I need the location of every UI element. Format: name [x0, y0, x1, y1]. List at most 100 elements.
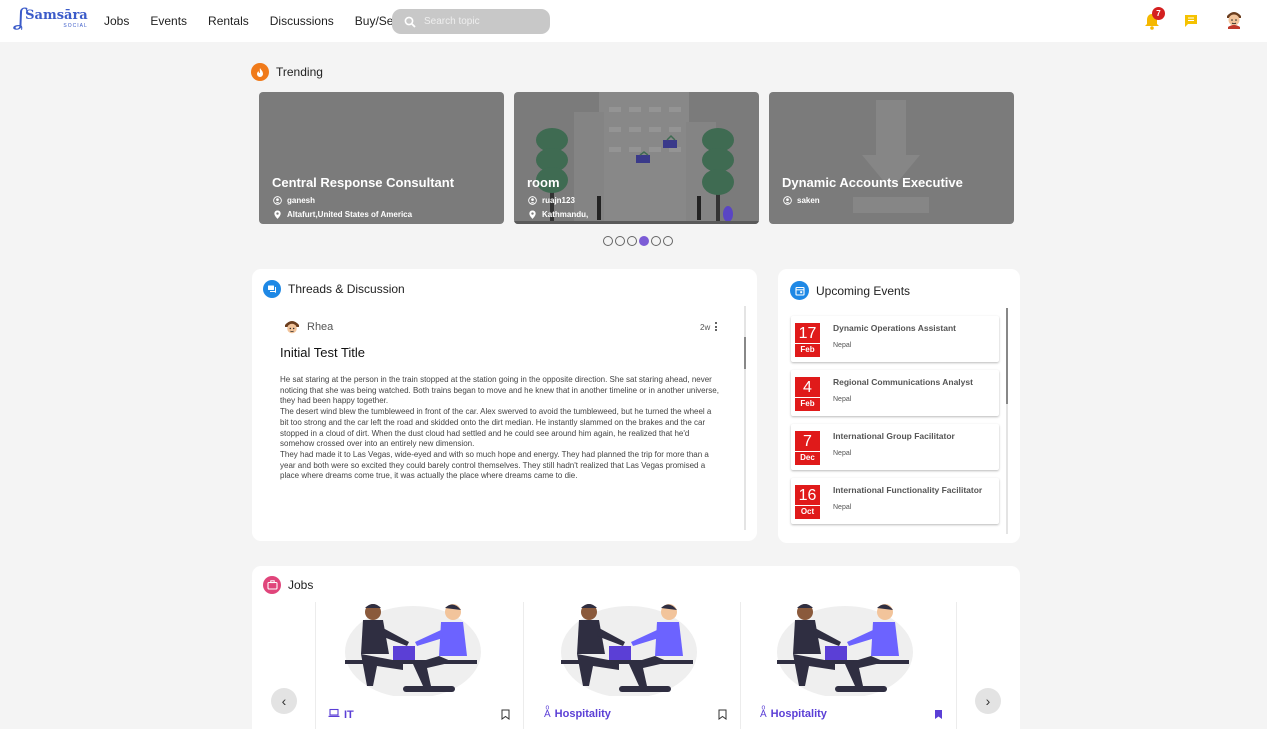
event-month: Feb	[795, 343, 820, 356]
event-item[interactable]: 7 Dec International Group Facilitator Ne…	[791, 424, 999, 470]
logo-mark-icon: ʆ	[17, 6, 25, 31]
event-item[interactable]: 16 Oct International Functionality Facil…	[791, 478, 999, 524]
nav-link-events[interactable]: Events	[150, 13, 187, 29]
event-date-badge: 16 Oct	[795, 485, 820, 519]
handshake-illustration-image	[345, 604, 481, 696]
jobs-heading: Jobs	[263, 576, 313, 594]
job-category-label: IT	[344, 708, 354, 721]
post-author[interactable]: Rhea	[284, 319, 333, 335]
trending-card[interactable]: Central Response Consultant ganesh Altaf…	[259, 92, 504, 224]
job-category[interactable]: Aͦ Hospitality	[760, 708, 827, 720]
user-icon	[783, 196, 792, 205]
jobs-prev-button[interactable]: ‹	[271, 688, 297, 714]
carousel-dot[interactable]	[663, 236, 673, 246]
trending-title: Trending	[276, 65, 323, 79]
trending-card-title: Central Response Consultant	[272, 175, 455, 190]
post-meta: 2w	[700, 322, 718, 333]
trending-card-user: ruajn123	[528, 196, 575, 205]
trending-card-username: ruajn123	[542, 196, 575, 205]
trending-card-user: saken	[783, 196, 820, 205]
trending-card-location: Altafurt,United States of America	[273, 210, 412, 219]
bookmark-filled-icon[interactable]	[934, 709, 943, 720]
threads-title: Threads & Discussion	[288, 282, 405, 296]
event-item[interactable]: 4 Feb Regional Communications Analyst Ne…	[791, 370, 999, 416]
samsara-logo[interactable]: ʆ Samsāra SOCIAL	[17, 6, 88, 31]
job-category-label: Hospitality	[770, 708, 827, 720]
trending-card-location-text: Altafurt,United States of America	[287, 210, 413, 219]
event-day: 17	[798, 325, 817, 342]
event-item[interactable]: 17 Feb Dynamic Operations Assistant Nepa…	[791, 316, 999, 362]
search-bar[interactable]	[392, 9, 550, 34]
event-location: Nepal	[833, 342, 852, 349]
event-location: Nepal	[833, 450, 852, 457]
post-title[interactable]: Initial Test Title	[280, 345, 365, 360]
post-paragraph: They had made it to Las Vegas, wide-eyed…	[280, 449, 709, 481]
post-paragraph: He sat staring at the person in the trai…	[280, 375, 719, 406]
chat-icon[interactable]	[1184, 14, 1198, 28]
events-heading: Upcoming Events	[790, 281, 910, 300]
event-title: International Group Facilitator	[833, 431, 955, 441]
event-date-badge: 4 Feb	[795, 377, 820, 411]
more-options-icon[interactable]	[715, 322, 718, 333]
forum-icon	[263, 280, 281, 298]
search-input[interactable]	[424, 16, 544, 27]
main-nav: Jobs Events Rentals Discussions Buy/Sell	[104, 13, 420, 29]
event-month: Dec	[795, 451, 820, 464]
nav-link-rentals[interactable]: Rentals	[208, 13, 249, 29]
post-time: 2w	[700, 322, 711, 332]
nav-link-discussions[interactable]: Discussions	[270, 13, 334, 29]
carousel-dot[interactable]	[651, 236, 661, 246]
job-card-divider	[740, 602, 741, 729]
notification-count-badge: 7	[1152, 7, 1165, 20]
bookmark-outline-icon[interactable]	[501, 709, 510, 720]
trending-card-user: ganesh	[273, 196, 315, 205]
trending-card[interactable]: Dynamic Accounts Executive saken	[769, 92, 1014, 224]
event-day: 4	[803, 379, 812, 396]
briefcase-icon	[263, 576, 281, 594]
threads-scroll-thumb[interactable]	[744, 337, 746, 369]
event-day: 16	[798, 487, 817, 504]
carousel-dot-active[interactable]	[639, 236, 649, 246]
job-category[interactable]: Aͦ Hospitality	[544, 708, 611, 720]
handshake-illustration-image	[777, 604, 913, 696]
calendar-icon	[790, 281, 809, 300]
job-category[interactable]: IT	[328, 708, 354, 721]
event-title: Regional Communications Analyst	[833, 377, 973, 387]
job-card-divider	[956, 602, 957, 729]
bookmark-outline-icon[interactable]	[718, 709, 727, 720]
job-card-divider	[523, 602, 524, 729]
carousel-dot[interactable]	[615, 236, 625, 246]
post-author-name: Rhea	[307, 321, 334, 333]
job-card[interactable]: Aͦ Hospitality	[748, 602, 955, 729]
event-title: Dynamic Operations Assistant	[833, 323, 956, 333]
translate-icon: Aͦ	[760, 708, 767, 720]
user-icon	[528, 196, 537, 205]
post-paragraph: The desert wind blew the tumbleweed in f…	[280, 407, 712, 449]
carousel-dot[interactable]	[627, 236, 637, 246]
location-pin-icon	[529, 210, 536, 219]
author-avatar-icon	[285, 321, 299, 334]
trending-card-title: room	[527, 175, 560, 190]
trending-card-location-text: Kathmandu,	[542, 210, 589, 219]
search-icon	[404, 16, 416, 28]
threads-heading: Threads & Discussion	[263, 280, 405, 298]
trending-card-location: Kathmandu,	[528, 210, 588, 219]
job-card[interactable]: Aͦ Hospitality	[532, 602, 739, 729]
event-date-badge: 7 Dec	[795, 431, 820, 465]
trending-card-username: ganesh	[287, 196, 316, 205]
carousel-dots	[603, 236, 675, 246]
events-title: Upcoming Events	[816, 283, 911, 298]
event-title: International Functionality Facilitator	[833, 485, 983, 495]
event-month: Feb	[795, 397, 820, 410]
carousel-dot[interactable]	[603, 236, 613, 246]
events-scroll-thumb[interactable]	[1006, 308, 1008, 404]
nav-link-jobs[interactable]: Jobs	[104, 13, 129, 29]
translate-icon: Aͦ	[544, 708, 551, 720]
event-date-badge: 17 Feb	[795, 323, 820, 357]
job-card[interactable]: IT	[316, 602, 523, 729]
user-avatar-icon[interactable]	[1225, 9, 1243, 29]
logo-subtitle: SOCIAL	[63, 23, 88, 29]
trending-card[interactable]: room ruajn123 Kathmandu,	[514, 92, 759, 224]
user-icon	[273, 196, 282, 205]
jobs-next-button[interactable]: ›	[975, 688, 1001, 714]
